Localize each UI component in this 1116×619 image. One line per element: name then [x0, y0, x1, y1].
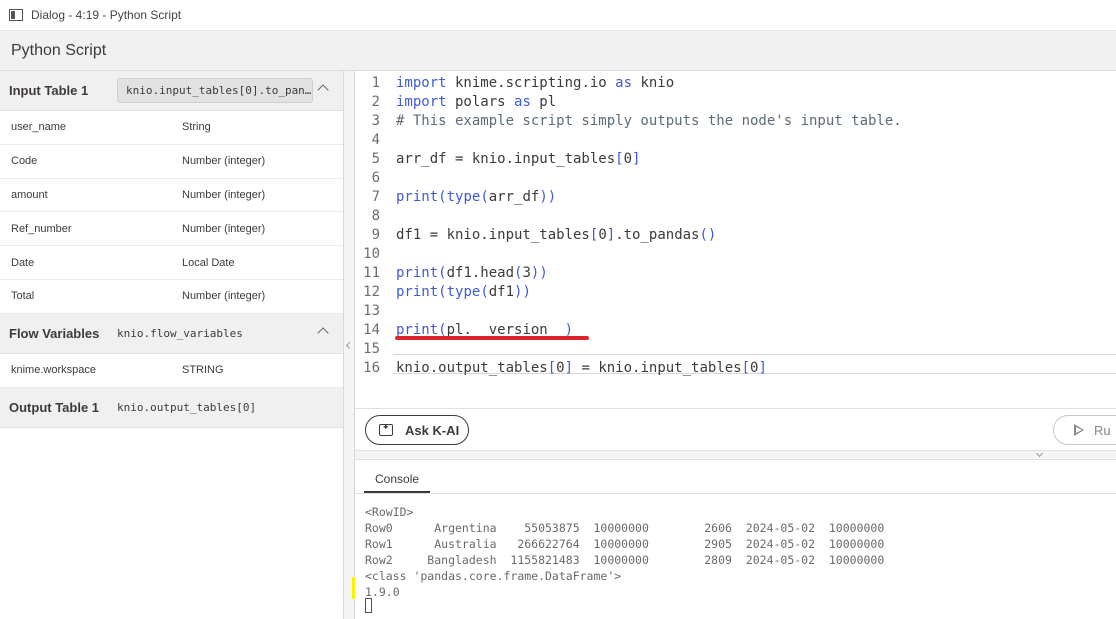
column-name: Code [11, 155, 38, 168]
code-text: # This example script simply outputs the… [396, 112, 902, 129]
flow-variables-list: knime.workspace STRING [0, 354, 343, 388]
flow-variable-name: knime.workspace [11, 364, 96, 377]
code-line[interactable]: 9 df1 = knio.input_tables[0].to_pandas() [355, 225, 717, 244]
tab-console[interactable]: Console [364, 466, 431, 493]
flow-variables-label: Flow Variables [9, 325, 100, 341]
console-cursor[interactable] [365, 598, 372, 613]
column-row[interactable]: Code Number (integer) [0, 145, 343, 179]
flow-variable-row[interactable]: knime.workspace STRING [0, 354, 343, 388]
column-type: Number (integer) [182, 155, 266, 168]
line-number: 9 [371, 226, 380, 243]
tab-divider [355, 493, 1116, 494]
code-line[interactable]: 2 import polars as pl [355, 92, 557, 111]
column-row[interactable]: Date Local Date [0, 246, 343, 280]
column-type: Local Date [182, 256, 235, 269]
input-table-header[interactable]: Input Table 1 knio.input_tables[0].to_pa… [0, 71, 343, 111]
app-icon [9, 9, 23, 21]
output-table-code[interactable]: knio.output_tables[0] [117, 401, 256, 414]
line-number: 8 [371, 207, 380, 224]
column-type: Number (integer) [182, 222, 266, 235]
code-line[interactable]: 13 [355, 301, 396, 320]
column-type: Number (integer) [182, 290, 266, 303]
line-number: 3 [371, 112, 380, 129]
line-number: 6 [371, 169, 380, 186]
run-label: Ru [1094, 422, 1111, 438]
code-text: knio.output_tables[0] = knio.input_table… [396, 359, 767, 376]
flow-variables-header[interactable]: Flow Variables knio.flow_variables [0, 313, 343, 354]
code-text: print(type(arr_df)) [396, 188, 557, 205]
code-line[interactable]: 16 knio.output_tables[0] = knio.input_tab… [355, 358, 767, 377]
ai-sparkle-icon [379, 422, 393, 436]
console-panel: Console <RowID> Row0 Argentina 55053875 … [355, 460, 1116, 619]
code-line[interactable]: 6 [355, 168, 396, 187]
column-name: Total [11, 290, 35, 303]
window-titlebar: Dialog - 4:19 - Python Script [0, 0, 1116, 31]
line-number: 15 [363, 340, 380, 357]
ask-kai-button[interactable]: Ask K-AI [365, 415, 469, 445]
column-row[interactable]: user_name String [0, 111, 343, 145]
code-line[interactable]: 1 import knime.scripting.io as knio [355, 73, 675, 92]
console-resize-handle[interactable] [355, 449, 1116, 460]
code-line[interactable]: 7 print(type(arr_df)) [355, 187, 557, 206]
chevron-down-icon[interactable] [1035, 449, 1044, 458]
chevron-up-icon[interactable] [317, 327, 329, 339]
line-number: 2 [371, 93, 380, 110]
code-line[interactable]: 3 # This example script simply outputs th… [355, 111, 902, 130]
chevron-up-icon[interactable] [317, 84, 329, 96]
left-panel: Input Table 1 knio.input_tables[0].to_pa… [0, 71, 344, 619]
code-text: arr_df = knio.input_tables[0] [396, 150, 641, 167]
annotation-underline [395, 336, 589, 340]
code-line[interactable]: 15 [355, 339, 396, 358]
column-row[interactable]: amount Number (integer) [0, 179, 343, 213]
code-editor[interactable]: 1 import knime.scripting.io as knio 2 impor… [355, 71, 1116, 408]
code-text: import knime.scripting.io as knio [396, 74, 675, 91]
console-output: <RowID> Row0 Argentina 55053875 10000000… [365, 505, 885, 599]
output-table-label: Output Table 1 [9, 399, 100, 415]
code-line[interactable]: 5 arr_df = knio.input_tables[0] [355, 149, 641, 168]
code-line[interactable]: 8 [355, 206, 396, 225]
page-title: Python Script [11, 41, 107, 59]
input-table-code[interactable]: knio.input_tables[0].to_pan… [117, 78, 313, 103]
column-name: Date [11, 256, 35, 269]
column-name: amount [11, 188, 48, 201]
panel-collapse-handle[interactable] [344, 71, 355, 619]
code-line[interactable]: 11 print(df1.head(3)) [355, 263, 548, 282]
line-number: 13 [363, 302, 380, 319]
code-line[interactable]: 4 [355, 130, 396, 149]
line-number: 10 [363, 245, 380, 262]
input-table-label: Input Table 1 [9, 83, 89, 98]
line-number: 5 [371, 150, 380, 167]
chevron-left-icon[interactable] [345, 341, 354, 350]
line-number: 4 [371, 131, 380, 148]
column-type: Number (integer) [182, 188, 266, 201]
play-icon [1074, 424, 1084, 436]
ask-kai-label: Ask K-AI [405, 422, 460, 438]
code-text: print(type(df1)) [396, 283, 531, 300]
window-title: Dialog - 4:19 - Python Script [31, 8, 182, 22]
dialog-header: Python Script [0, 31, 1116, 71]
line-number: 11 [363, 264, 380, 281]
code-text: df1 = knio.input_tables[0].to_pandas() [396, 226, 717, 243]
column-type: String [182, 121, 211, 134]
line-number: 12 [363, 283, 380, 300]
code-text: import polars as pl [396, 93, 557, 110]
column-name: user_name [11, 121, 67, 134]
code-line[interactable]: 10 [355, 244, 396, 263]
line-number: 1 [371, 74, 380, 91]
code-text: print(df1.head(3)) [396, 264, 548, 281]
input-columns-list: user_name String Code Number (integer) amoun… [0, 111, 343, 314]
code-line[interactable]: 12 print(type(df1)) [355, 282, 531, 301]
flow-variables-code[interactable]: knio.flow_variables [117, 327, 243, 340]
line-number: 7 [371, 188, 380, 205]
column-name: Ref_number [11, 222, 72, 235]
column-row[interactable]: Total Number (integer) [0, 280, 343, 314]
flow-variable-type: STRING [182, 364, 224, 377]
line-number: 14 [363, 321, 380, 338]
column-row[interactable]: Ref_number Number (integer) [0, 212, 343, 247]
run-button[interactable]: Ru [1053, 415, 1116, 445]
output-table-header[interactable]: Output Table 1 knio.output_tables[0] [0, 387, 343, 428]
line-number: 16 [363, 359, 380, 376]
editor-toolbar: Ask K-AI Ru [355, 408, 1116, 450]
